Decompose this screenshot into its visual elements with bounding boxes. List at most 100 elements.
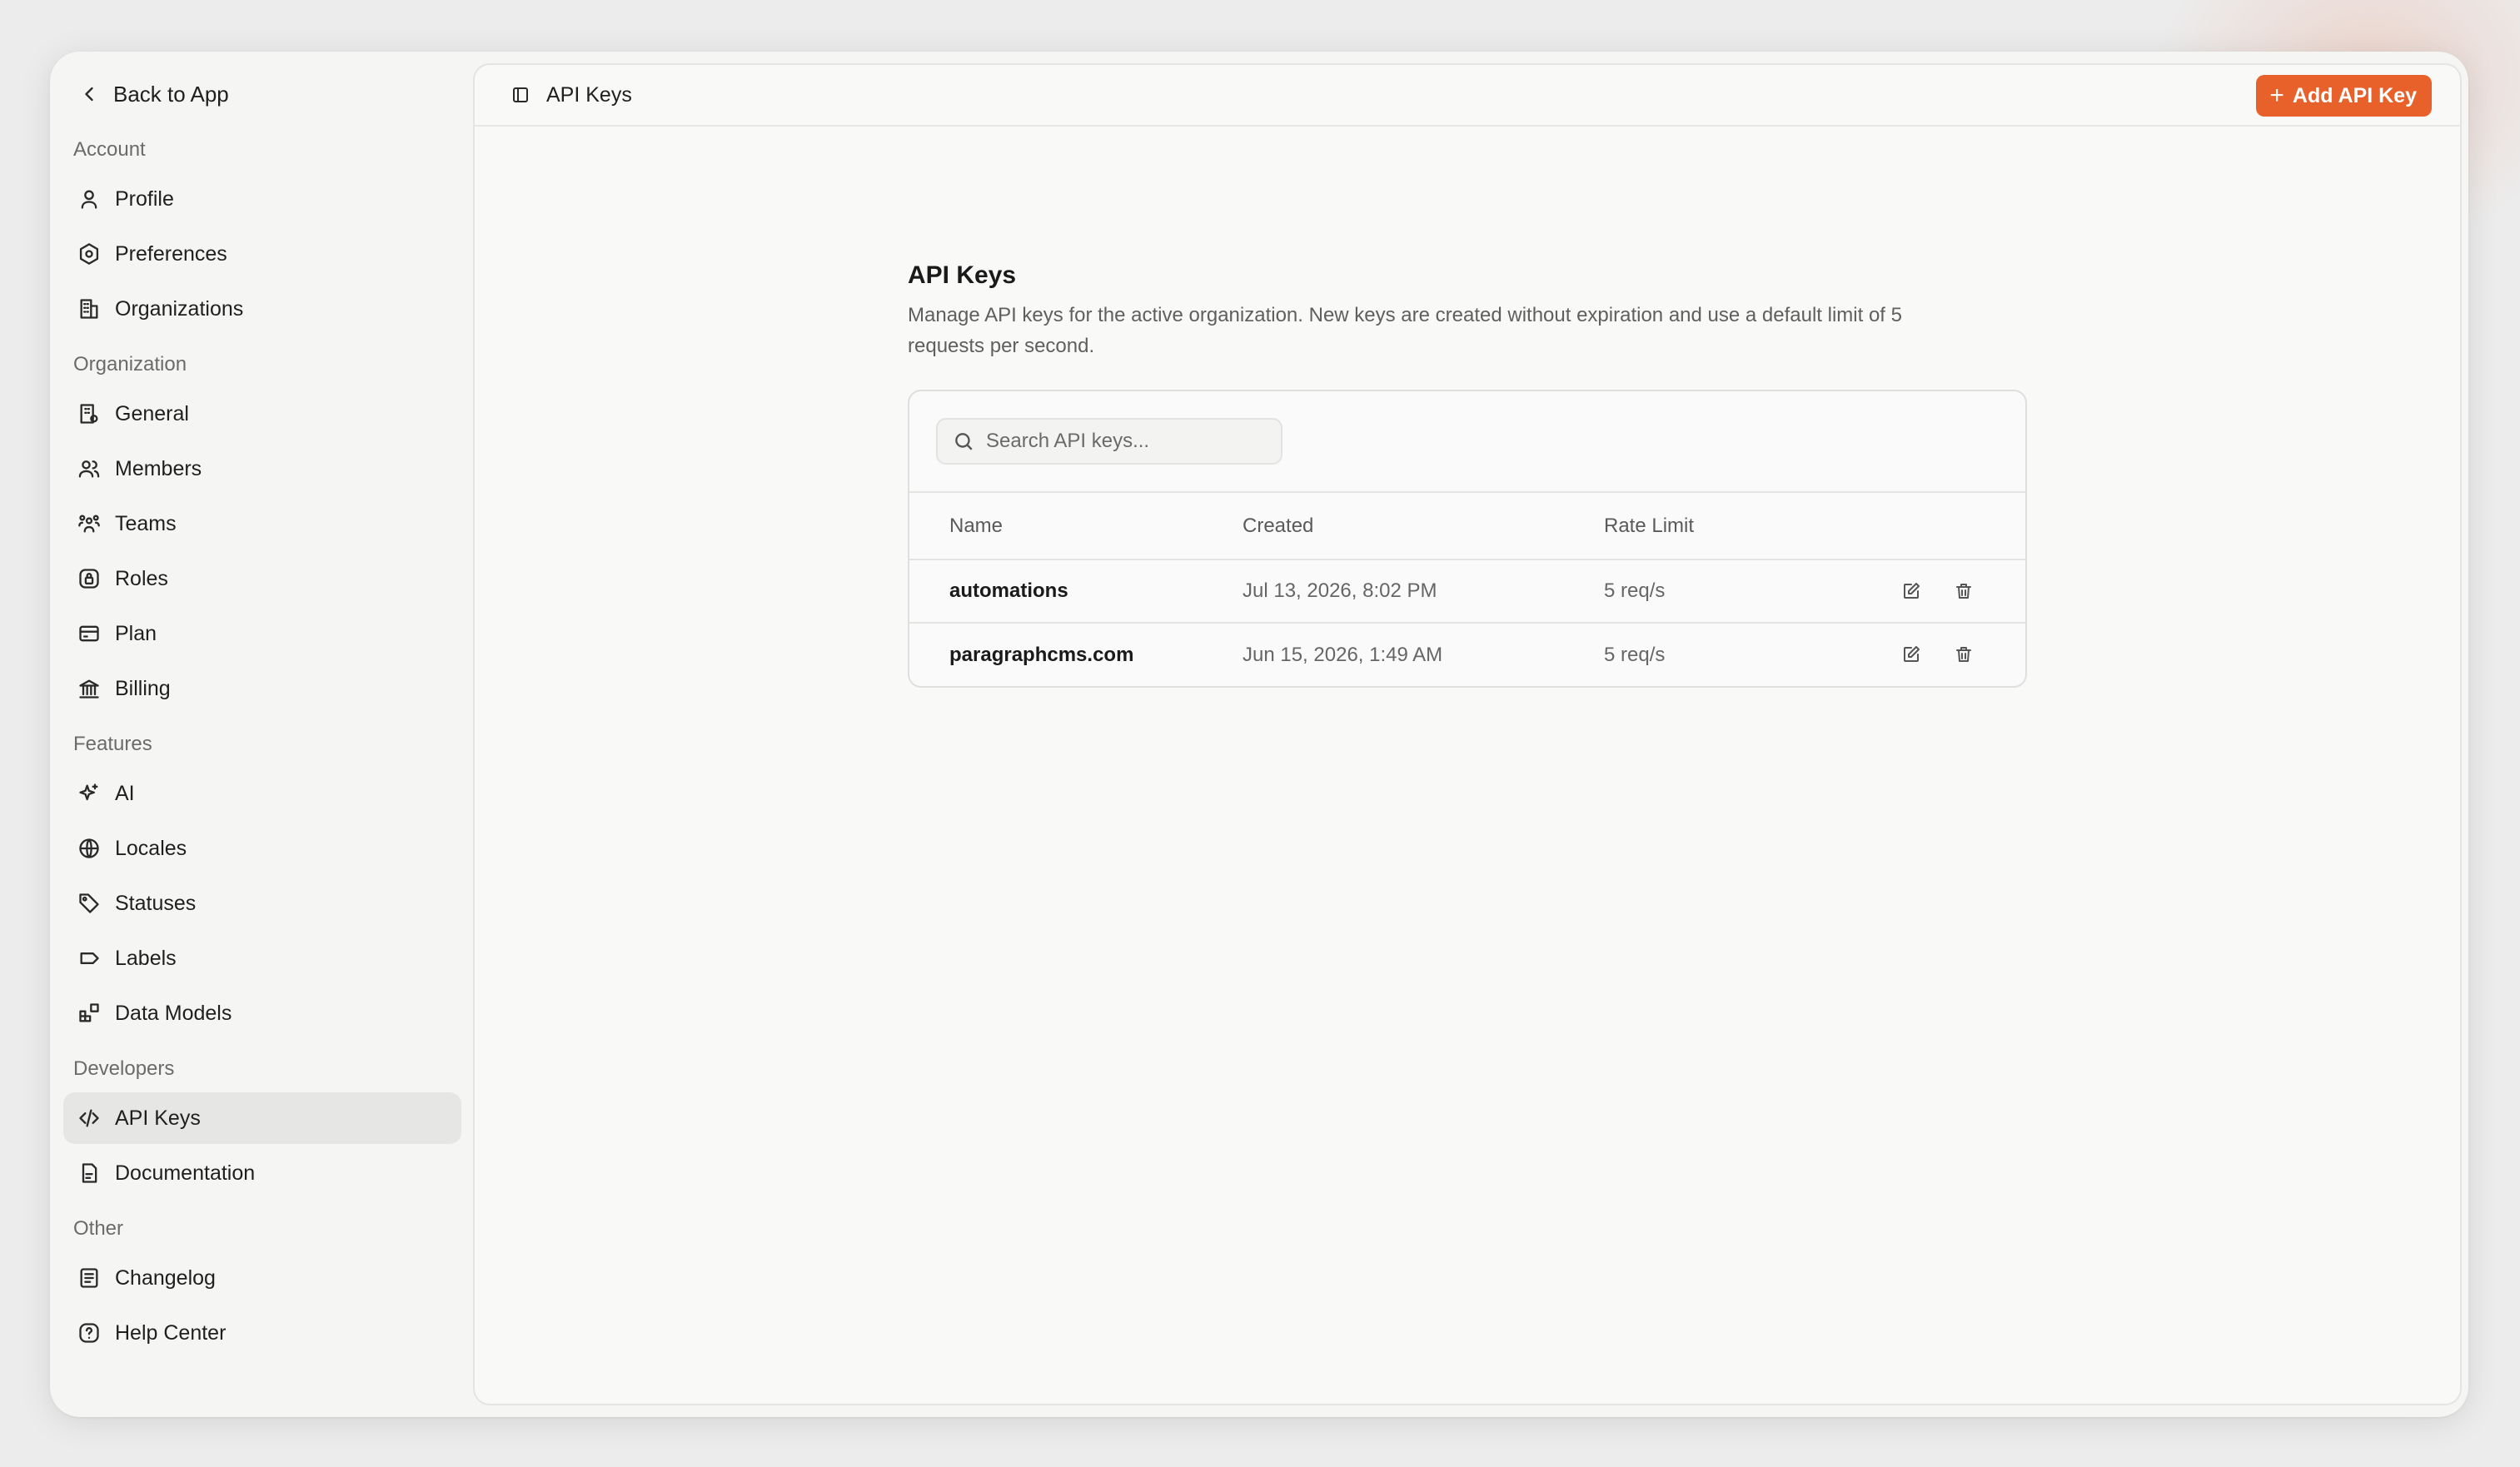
back-to-app-label: Back to App	[113, 81, 229, 107]
section-label-features: Features	[73, 733, 152, 755]
page-description: Manage API keys for the active organizat…	[908, 304, 1902, 357]
sidebar-item-teams[interactable]: Teams	[63, 498, 461, 550]
sidebar-item-help-center[interactable]: Help Center	[63, 1307, 461, 1359]
team-icon	[75, 510, 103, 538]
sidebar-item-label: Billing	[115, 676, 171, 700]
key-rate-limit-cell: 5 req/s	[1604, 643, 1666, 666]
sidebar-item-label: Documentation	[115, 1161, 256, 1185]
document-icon	[75, 1159, 103, 1187]
trash-icon[interactable]	[1949, 576, 1979, 606]
key-rate-limit-cell: 5 req/s	[1604, 579, 1666, 602]
sidebar-item-label: Members	[115, 456, 202, 480]
sidebar-item-data-models[interactable]: Data Models	[63, 987, 461, 1039]
sidebar-item-profile[interactable]: Profile	[63, 173, 461, 225]
key-name-cell: automations	[949, 579, 1068, 602]
page-breadcrumb: API Keys	[546, 82, 632, 107]
sidebar-item-label: Plan	[115, 621, 157, 645]
help-circle-icon	[75, 1319, 103, 1347]
user-icon	[75, 185, 103, 213]
key-name-cell: paragraphcms.com	[949, 643, 1134, 666]
sidebar-item-label: Profile	[115, 186, 174, 211]
sidebar-item-label: Statuses	[115, 891, 197, 915]
sidebar-item-label: API Keys	[115, 1106, 201, 1130]
edit-icon[interactable]	[1896, 576, 1926, 606]
table-row[interactable]: automations Jul 13, 2026, 8:02 PM 5 req/…	[909, 559, 2025, 623]
sidebar-item-api-keys[interactable]: API Keys	[63, 1092, 461, 1144]
edit-icon[interactable]	[1896, 639, 1926, 669]
sidebar-item-label: AI	[115, 781, 135, 805]
sparkle-icon	[75, 779, 103, 808]
table-header-row: Name Created Rate Limit	[909, 493, 2025, 559]
search-icon	[955, 433, 973, 450]
main-panel: API Keys + Add API Key API Keys Manage A…	[473, 63, 2462, 1405]
sidebar-item-label: General	[115, 401, 189, 425]
settings-sidebar: Back to App Account Profile Preferences …	[50, 52, 475, 1417]
sidebar-item-statuses[interactable]: Statuses	[63, 878, 461, 929]
sidebar-item-members[interactable]: Members	[63, 443, 461, 495]
column-header-created[interactable]: Created	[1243, 493, 1604, 559]
sidebar-item-label: Data Models	[115, 1001, 232, 1025]
sidebar-item-organizations[interactable]: Organizations	[63, 283, 461, 335]
sidebar-item-roles[interactable]: Roles	[63, 553, 461, 604]
top-bar: API Keys + Add API Key	[475, 65, 2460, 127]
back-to-app-link[interactable]: Back to App	[50, 68, 475, 120]
search-input[interactable]	[986, 430, 1269, 453]
blocks-icon	[75, 999, 103, 1027]
api-keys-table: Name Created Rate Limit automations Jul …	[909, 493, 2025, 686]
credit-card-icon	[75, 619, 103, 648]
nav-group-account: Account Profile Preferences Organization…	[50, 135, 475, 335]
sidebar-item-label: Preferences	[115, 241, 227, 266]
label-icon	[75, 944, 103, 972]
add-api-key-button[interactable]: + Add API Key	[2256, 75, 2432, 117]
column-header-rate-limit[interactable]: Rate Limit	[1604, 493, 1854, 559]
sidebar-item-labels[interactable]: Labels	[63, 932, 461, 984]
sidebar-item-label: Organizations	[115, 296, 244, 321]
bank-icon	[75, 674, 103, 703]
nav-group-other: Other Changelog Help Center	[50, 1214, 475, 1359]
section-label-other: Other	[73, 1217, 124, 1240]
sidebar-item-preferences[interactable]: Preferences	[63, 228, 461, 280]
trash-icon[interactable]	[1949, 639, 1979, 669]
app-window: Back to App Account Profile Preferences …	[50, 52, 2468, 1417]
page-title: API Keys	[908, 261, 1017, 289]
table-row[interactable]: paragraphcms.com Jun 15, 2026, 1:49 AM 5…	[909, 623, 2025, 686]
nav-group-organization: Organization General Members Teams Roles…	[50, 350, 475, 714]
sidebar-item-changelog[interactable]: Changelog	[63, 1252, 461, 1304]
sidebar-item-documentation[interactable]: Documentation	[63, 1147, 461, 1199]
key-created-cell: Jul 13, 2026, 8:02 PM	[1243, 579, 1437, 602]
globe-icon	[75, 834, 103, 863]
column-header-name[interactable]: Name	[909, 493, 1243, 559]
tag-icon	[75, 889, 103, 917]
sidebar-toggle-icon[interactable]	[508, 82, 533, 107]
sidebar-item-label: Teams	[115, 511, 177, 535]
users-icon	[75, 455, 103, 483]
sidebar-item-label: Roles	[115, 566, 168, 590]
sidebar-item-label: Labels	[115, 946, 177, 970]
sidebar-item-general[interactable]: General	[63, 388, 461, 440]
list-doc-icon	[75, 1264, 103, 1292]
code-icon	[75, 1104, 103, 1132]
building-gear-icon	[75, 400, 103, 428]
add-api-key-label: Add API Key	[2292, 83, 2417, 107]
sidebar-item-label: Locales	[115, 836, 187, 860]
sidebar-item-plan[interactable]: Plan	[63, 608, 461, 659]
api-keys-content: API Keys Manage API keys for the active …	[908, 261, 2027, 688]
chevron-left-icon	[75, 80, 103, 108]
api-keys-card: Name Created Rate Limit automations Jul …	[908, 390, 2027, 688]
sidebar-item-billing[interactable]: Billing	[63, 663, 461, 714]
search-box[interactable]	[936, 418, 1282, 465]
section-label-account: Account	[73, 138, 146, 161]
sidebar-item-ai[interactable]: AI	[63, 768, 461, 819]
sidebar-item-locales[interactable]: Locales	[63, 823, 461, 874]
nav-group-developers: Developers API Keys Documentation	[50, 1054, 475, 1199]
key-created-cell: Jun 15, 2026, 1:49 AM	[1243, 643, 1443, 666]
settings-hex-icon	[75, 240, 103, 268]
nav-group-features: Features AI Locales Statuses Labels Data…	[50, 729, 475, 1039]
building-icon	[75, 295, 103, 323]
row-actions	[1854, 559, 2025, 623]
column-header-actions	[1854, 493, 2025, 559]
row-actions	[1854, 623, 2025, 686]
lock-square-icon	[75, 564, 103, 593]
section-label-organization: Organization	[73, 353, 187, 375]
sidebar-item-label: Changelog	[115, 1266, 216, 1290]
